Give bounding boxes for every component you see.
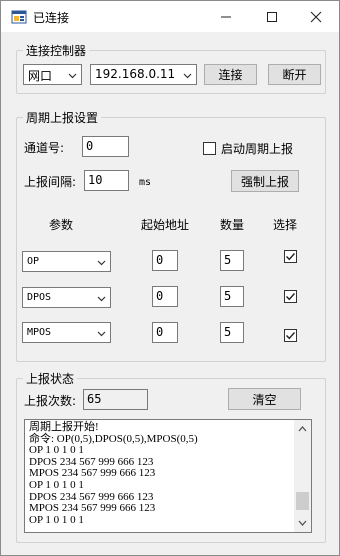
force-report-button[interactable]: 强制上报 bbox=[231, 170, 299, 192]
checkmark-icon bbox=[286, 253, 296, 261]
log-scrollbar[interactable] bbox=[294, 420, 311, 532]
clear-button[interactable]: 清空 bbox=[228, 388, 301, 410]
enable-report-label: 启动周期上报 bbox=[221, 142, 294, 156]
start-input-row-3[interactable]: 0 bbox=[152, 322, 178, 343]
channel-input[interactable]: 0 bbox=[82, 136, 129, 157]
report-settings-title: 周期上报设置 bbox=[23, 109, 102, 126]
close-button[interactable] bbox=[293, 1, 339, 32]
title-bar[interactable]: 已连接 bbox=[1, 1, 339, 32]
count-header: 数量 bbox=[220, 218, 245, 232]
window-title: 已连接 bbox=[33, 11, 70, 25]
connect-button[interactable]: 连接 bbox=[204, 64, 257, 85]
port-type-value: 网口 bbox=[28, 69, 53, 83]
start-address-header: 起始地址 bbox=[141, 218, 190, 232]
select-checkbox-row-3[interactable] bbox=[284, 329, 297, 342]
log-lines: 周期上报开始! 命令: OP(0,5),DPOS(0,5),MPOS(0,5) OP… bbox=[29, 421, 295, 526]
count-input-row-3[interactable]: 5 bbox=[220, 322, 244, 343]
interval-label: 上报间隔: bbox=[24, 175, 77, 189]
enable-report-checkbox[interactable] bbox=[203, 142, 216, 155]
channel-label: 通道号: bbox=[24, 141, 65, 155]
param-select-row-2[interactable]: DPOS bbox=[22, 287, 111, 308]
chevron-down-icon bbox=[97, 260, 106, 266]
chevron-down-icon bbox=[97, 296, 106, 302]
port-type-select[interactable]: 网口 bbox=[23, 64, 82, 85]
log-line: 周期上报开始! bbox=[29, 421, 99, 433]
start-input-row-2[interactable]: 0 bbox=[152, 286, 178, 307]
report-status-title: 上报状态 bbox=[23, 370, 78, 387]
report-count-label: 上报次数: bbox=[24, 394, 77, 408]
interval-input[interactable]: 10 bbox=[84, 170, 129, 191]
disconnect-button[interactable]: 断开 bbox=[268, 64, 321, 85]
select-checkbox-row-1[interactable] bbox=[284, 250, 297, 263]
maximize-button[interactable] bbox=[249, 1, 295, 32]
start-input-row-1[interactable]: 0 bbox=[152, 250, 178, 271]
scroll-down-icon[interactable] bbox=[297, 518, 308, 528]
chevron-down-icon bbox=[183, 73, 192, 79]
checkmark-icon bbox=[286, 293, 296, 301]
param-header: 参数 bbox=[49, 218, 74, 232]
window-app-icon bbox=[11, 9, 27, 25]
select-header: 选择 bbox=[273, 218, 298, 232]
main-window: 已连接 连接控制器 网口 192.168.0.11 连接 断开 周期上报设置 通… bbox=[0, 0, 340, 556]
ip-address-value: 192.168.0.11 bbox=[95, 67, 176, 81]
log-textbox[interactable]: 周期上报开始! 命令: OP(0,5),DPOS(0,5),MPOS(0,5) OP… bbox=[24, 419, 312, 533]
chevron-down-icon bbox=[97, 331, 106, 337]
ip-address-select[interactable]: 192.168.0.11 bbox=[90, 64, 197, 85]
log-line: MPOS 234 567 999 666 123 bbox=[29, 502, 156, 515]
checkmark-icon bbox=[286, 332, 296, 340]
log-line: OP 1 0 1 0 1 bbox=[29, 478, 84, 491]
minimize-button[interactable] bbox=[203, 1, 249, 32]
report-count-field: 65 bbox=[83, 389, 148, 410]
param-select-row-3[interactable]: MPOS bbox=[22, 322, 111, 343]
param-select-row-1[interactable]: OP bbox=[22, 251, 111, 272]
log-line: OP 1 0 1 0 1 bbox=[29, 513, 84, 526]
scroll-up-icon[interactable] bbox=[297, 424, 308, 434]
count-input-row-2[interactable]: 5 bbox=[220, 286, 244, 307]
interval-unit: ms bbox=[139, 177, 152, 188]
chevron-down-icon bbox=[68, 73, 77, 79]
connect-group-title: 连接控制器 bbox=[23, 42, 90, 59]
count-input-row-1[interactable]: 5 bbox=[220, 250, 244, 271]
select-checkbox-row-2[interactable] bbox=[284, 290, 297, 303]
scroll-thumb[interactable] bbox=[296, 492, 309, 510]
